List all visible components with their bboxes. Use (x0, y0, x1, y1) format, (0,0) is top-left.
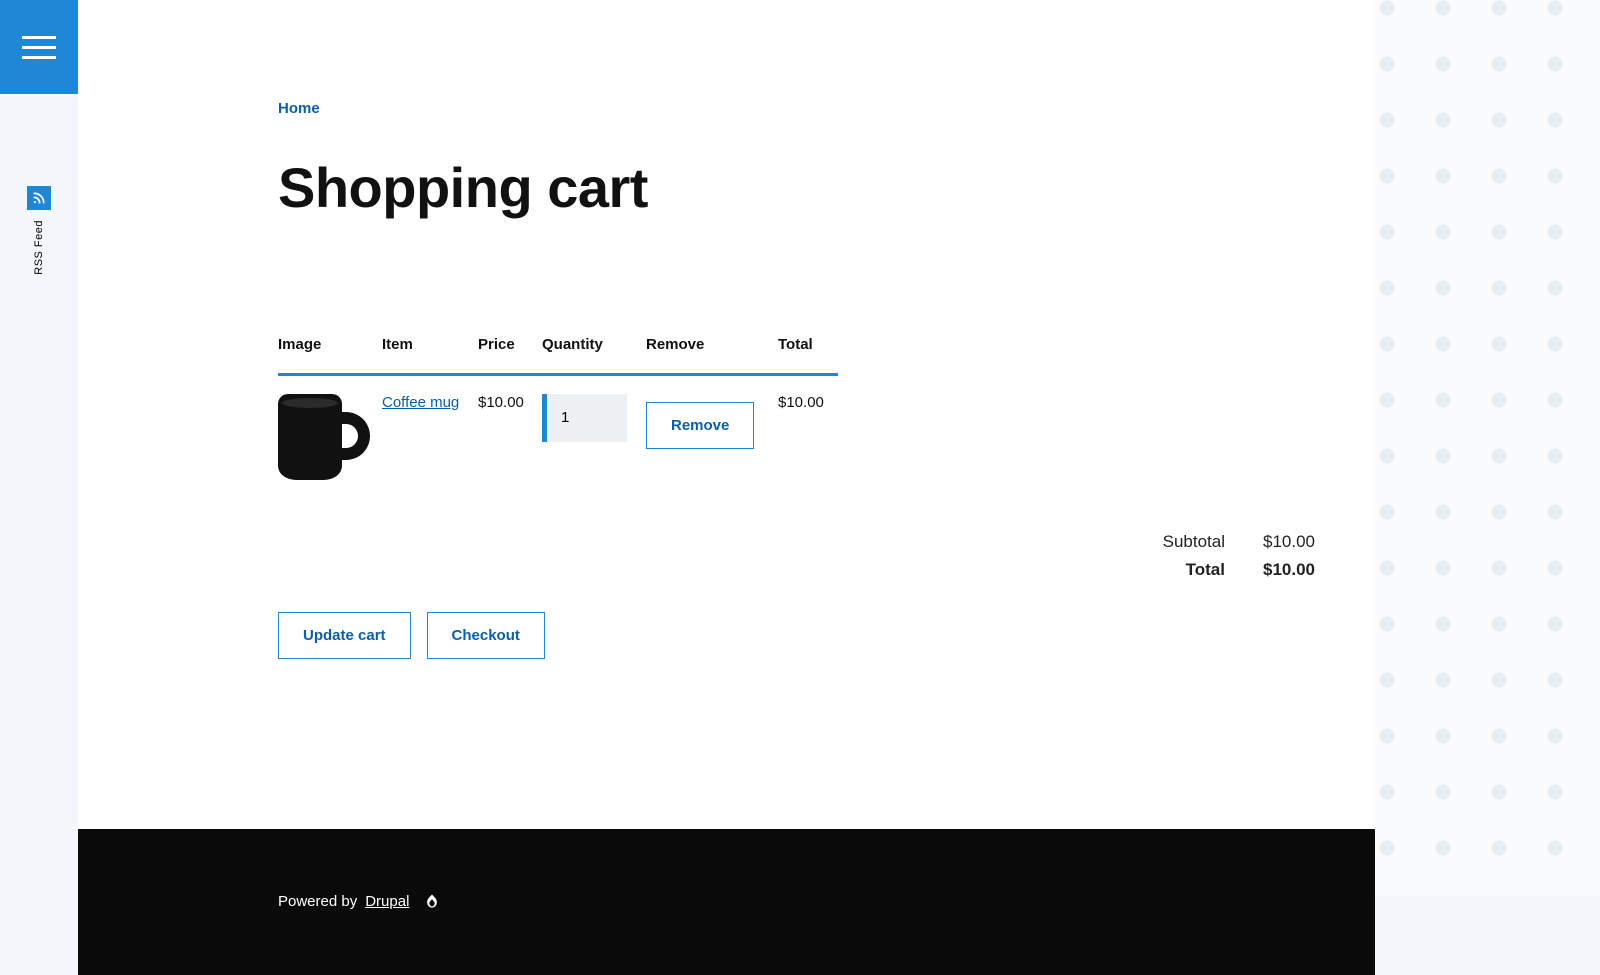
quantity-wrapper (542, 394, 640, 442)
breadcrumb: Home (278, 100, 1078, 117)
col-item: Item (382, 328, 478, 375)
decorative-droplet-band (1375, 0, 1600, 896)
product-price: $10.00 (478, 374, 542, 500)
total-value: $10.00 (1263, 560, 1315, 580)
subtotal-value: $10.00 (1263, 532, 1315, 552)
left-rail: RSS Feed (0, 0, 78, 896)
rss-icon[interactable] (27, 186, 51, 210)
col-quantity: Quantity (542, 328, 646, 375)
remove-button[interactable]: Remove (646, 402, 754, 449)
line-total: $10.00 (778, 374, 838, 500)
cart-row: Coffee mug $10.00 Remove $10.00 (278, 374, 838, 500)
col-total: Total (778, 328, 838, 375)
rss-block: RSS Feed (27, 186, 51, 275)
order-totals: Subtotal $10.00 Total $10.00 (278, 528, 1315, 584)
checkout-button[interactable]: Checkout (427, 612, 545, 659)
quantity-input[interactable] (547, 394, 627, 442)
col-image: Image (278, 328, 382, 375)
rss-label: RSS Feed (33, 220, 45, 275)
page-title: Shopping cart (278, 159, 1078, 218)
update-cart-button[interactable]: Update cart (278, 612, 411, 659)
cart-table: Image Item Price Quantity Remove Total (278, 328, 838, 500)
cart-actions: Update cart Checkout (278, 612, 1078, 659)
menu-toggle-button[interactable] (0, 0, 78, 94)
product-image-cell (278, 374, 382, 500)
subtotal-label: Subtotal (1163, 532, 1225, 552)
drupal-icon (423, 893, 441, 911)
product-link[interactable]: Coffee mug (382, 394, 459, 411)
site-footer: Powered by Drupal (78, 829, 1375, 975)
total-label: Total (1186, 560, 1225, 580)
page: Home Shopping cart Image Item Price Quan… (78, 0, 1375, 975)
product-image (278, 394, 366, 482)
col-price: Price (478, 328, 542, 375)
col-remove: Remove (646, 328, 778, 375)
breadcrumb-home-link[interactable]: Home (278, 100, 320, 117)
